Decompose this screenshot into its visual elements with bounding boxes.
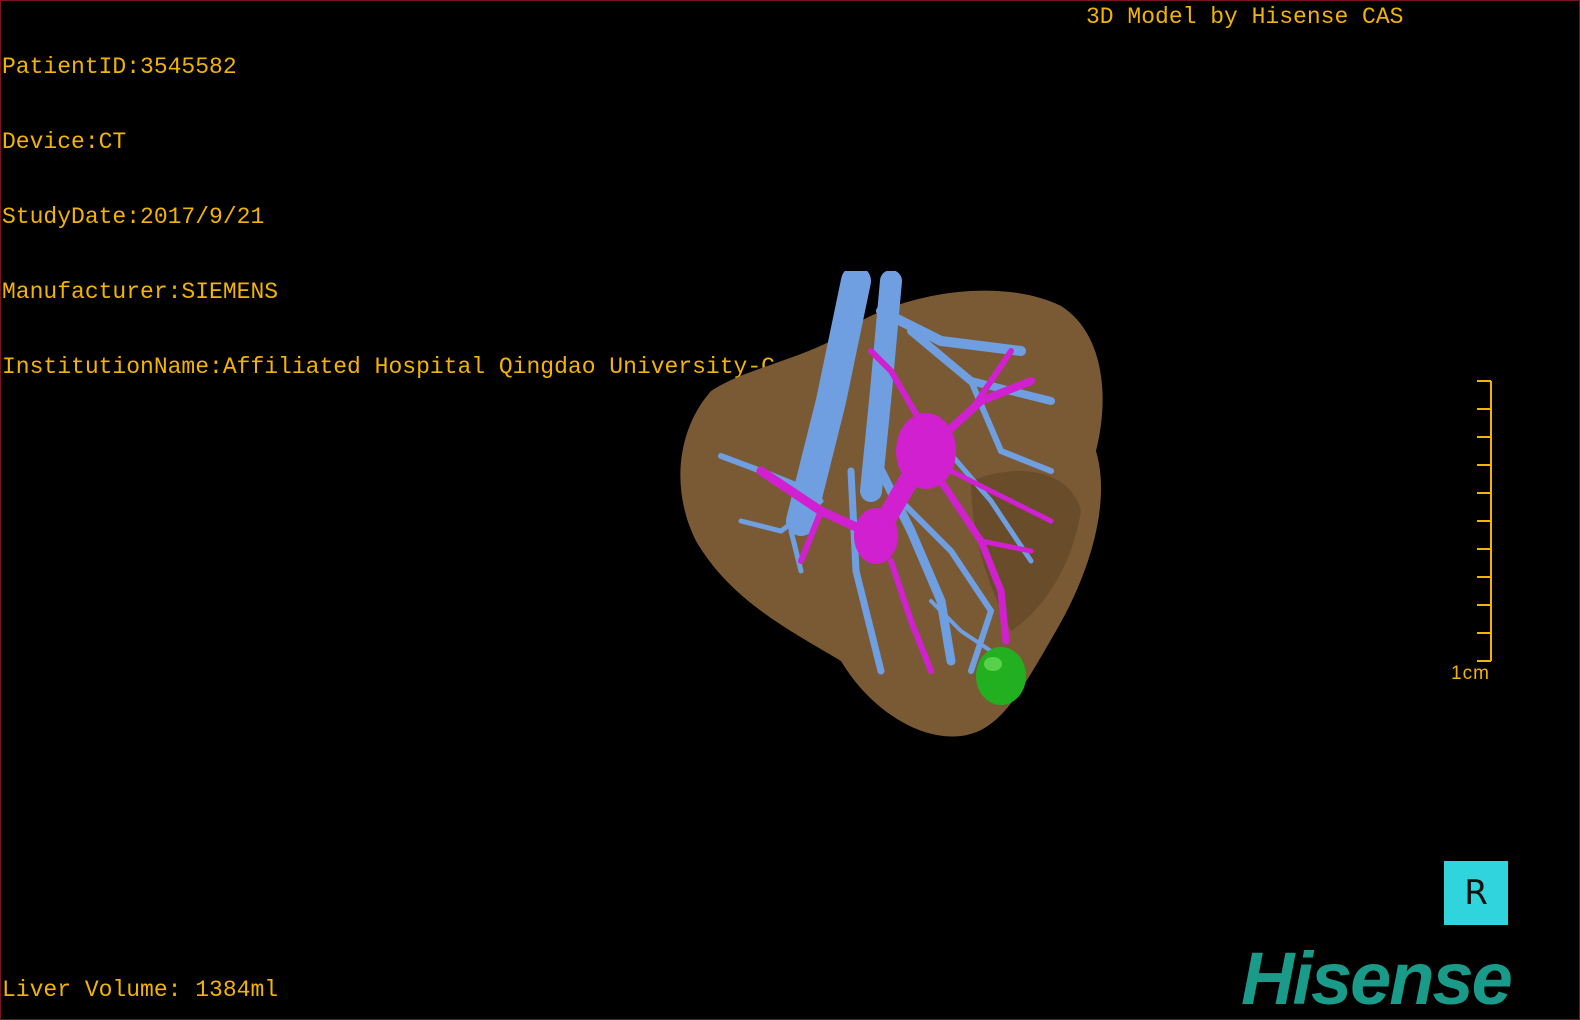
patient-id-text: PatientID:3545582 [2, 54, 237, 80]
orientation-marker-label: R [1464, 873, 1488, 913]
vendor-label: 3D Model by Hisense CAS [1086, 4, 1404, 30]
liver-volume-text: Liver Volume: 1384ml [2, 977, 279, 1003]
hisense-logo: Hisense [1241, 937, 1513, 1020]
institution-text: InstitutionName:Affiliated Hospital Qing… [2, 354, 775, 380]
manufacturer-text: Manufacturer:SIEMENS [2, 279, 279, 305]
lesion [976, 647, 1026, 705]
dicom-info-overlay: PatientID:3545582 Device:CT StudyDate:20… [2, 5, 775, 430]
lesion-highlight [984, 657, 1002, 671]
liver-3d-model[interactable] [671, 271, 1111, 751]
3d-viewport[interactable]: PatientID:3545582 Device:CT StudyDate:20… [0, 0, 1580, 1020]
scale-bar [1477, 380, 1492, 662]
scale-bar-label: 1cm [1451, 663, 1490, 684]
orientation-marker[interactable]: R [1444, 861, 1508, 925]
study-date-text: StudyDate:2017/9/21 [2, 204, 265, 230]
device-text: Device:CT [2, 129, 127, 155]
